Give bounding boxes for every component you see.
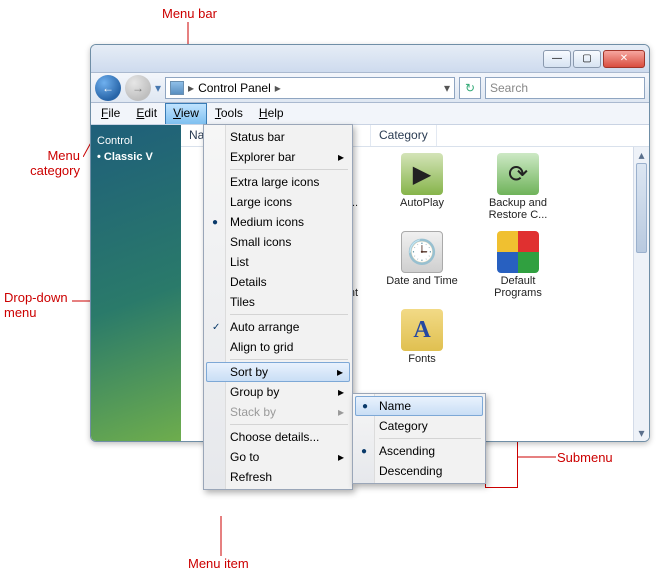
- clock-icon: 🕒: [401, 231, 443, 273]
- menu-item-xl-icons[interactable]: Extra large icons: [206, 172, 350, 192]
- submenu-arrow-icon: ▸: [337, 365, 343, 379]
- search-input[interactable]: Search: [485, 77, 645, 99]
- refresh-button[interactable]: ↻: [459, 77, 481, 99]
- submenu-arrow-icon: ▸: [338, 150, 344, 164]
- list-item[interactable]: 🕒Date and Time: [383, 231, 461, 299]
- menu-edit[interactable]: Edit: [128, 103, 165, 124]
- back-button[interactable]: ←: [95, 75, 121, 101]
- scroll-up-icon[interactable]: ▴: [634, 147, 649, 163]
- menu-item-go-to[interactable]: Go to▸: [206, 447, 350, 467]
- menu-help[interactable]: Help: [251, 103, 292, 124]
- close-button[interactable]: ✕: [603, 50, 645, 68]
- fonts-icon: A: [401, 309, 443, 351]
- bullet-icon: ●: [362, 401, 368, 412]
- sidebar-item[interactable]: Control: [97, 133, 175, 149]
- submenu-arrow-icon: ▸: [338, 450, 344, 464]
- menu-item-auto-arrange[interactable]: ✓Auto arrange: [206, 317, 350, 337]
- explorer-window: — ▢ ✕ ← → ▾ ▸ Control Panel ▸ ▾ ↻ Search…: [90, 44, 650, 442]
- breadcrumb-sep: ▸: [188, 81, 194, 95]
- anno-menu-bar: Menu bar: [162, 6, 217, 21]
- menu-item-tiles[interactable]: Tiles: [206, 292, 350, 312]
- maximize-button[interactable]: ▢: [573, 50, 601, 68]
- submenu-item-name[interactable]: ●Name: [355, 396, 483, 416]
- bullet-icon: ●: [212, 217, 218, 228]
- anno-submenu: Submenu: [557, 450, 613, 465]
- address-dropdown-icon[interactable]: ▾: [444, 81, 450, 95]
- menu-item-refresh[interactable]: Refresh: [206, 467, 350, 487]
- scroll-down-icon[interactable]: ▾: [634, 425, 649, 441]
- forward-button[interactable]: →: [125, 75, 151, 101]
- menu-bar: File Edit View Tools Help: [91, 103, 649, 125]
- minimize-button[interactable]: —: [543, 50, 571, 68]
- list-item[interactable]: ⟳Backup and Restore C...: [479, 153, 557, 221]
- nav-history-dropdown-icon[interactable]: ▾: [155, 81, 161, 95]
- location-icon: [170, 81, 184, 95]
- menu-file[interactable]: File: [93, 103, 128, 124]
- menu-item-details[interactable]: Details: [206, 272, 350, 292]
- sidebar-item[interactable]: Classic V: [97, 149, 175, 165]
- breadcrumb-sep: ▸: [275, 81, 281, 95]
- menu-item-s-icons[interactable]: Small icons: [206, 232, 350, 252]
- list-item[interactable]: ▶AutoPlay: [383, 153, 461, 221]
- titlebar: — ▢ ✕: [91, 45, 649, 73]
- menu-item-sort-by[interactable]: Sort by▸: [206, 362, 350, 382]
- menu-item-stack-by: Stack by▸: [206, 402, 350, 422]
- menu-tools[interactable]: Tools: [207, 103, 251, 124]
- side-pane: Control Classic V: [91, 125, 181, 441]
- scroll-thumb[interactable]: [636, 163, 647, 253]
- address-bar: ← → ▾ ▸ Control Panel ▸ ▾ ↻ Search: [91, 73, 649, 103]
- menu-item-m-icons[interactable]: ●Medium icons: [206, 212, 350, 232]
- menu-item-explorer-bar[interactable]: Explorer bar▸: [206, 147, 350, 167]
- list-item[interactable]: AFonts: [383, 309, 461, 365]
- address-box[interactable]: ▸ Control Panel ▸ ▾: [165, 77, 455, 99]
- col-category[interactable]: Category: [371, 125, 437, 146]
- anno-menu-category: Menu category: [24, 148, 80, 178]
- backup-icon: ⟳: [497, 153, 539, 195]
- menu-view[interactable]: View: [165, 103, 207, 124]
- check-icon: ✓: [212, 322, 220, 333]
- autoplay-icon: ▶: [401, 153, 443, 195]
- vertical-scrollbar[interactable]: ▴ ▾: [633, 147, 649, 441]
- menu-item-align-grid[interactable]: Align to grid: [206, 337, 350, 357]
- view-dropdown-menu: Status bar Explorer bar▸ Extra large ico…: [203, 124, 353, 490]
- menu-item-status-bar[interactable]: Status bar: [206, 127, 350, 147]
- bullet-icon: ●: [361, 446, 367, 457]
- submenu-item-descending[interactable]: Descending: [355, 461, 483, 481]
- sort-by-submenu: ●Name Category ●Ascending Descending: [352, 393, 486, 484]
- list-item[interactable]: Default Programs: [479, 231, 557, 299]
- menu-item-l-icons[interactable]: Large icons: [206, 192, 350, 212]
- submenu-item-category[interactable]: Category: [355, 416, 483, 436]
- submenu-arrow-icon: ▸: [338, 385, 344, 399]
- menu-item-list[interactable]: List: [206, 252, 350, 272]
- submenu-arrow-icon: ▸: [338, 405, 344, 419]
- anno-menu-item: Menu item: [188, 556, 249, 571]
- breadcrumb[interactable]: Control Panel: [198, 81, 271, 95]
- menu-item-choose-details[interactable]: Choose details...: [206, 427, 350, 447]
- anno-dropdown: Drop-down menu: [4, 290, 84, 320]
- menu-item-group-by[interactable]: Group by▸: [206, 382, 350, 402]
- default-programs-icon: [497, 231, 539, 273]
- submenu-item-ascending[interactable]: ●Ascending: [355, 441, 483, 461]
